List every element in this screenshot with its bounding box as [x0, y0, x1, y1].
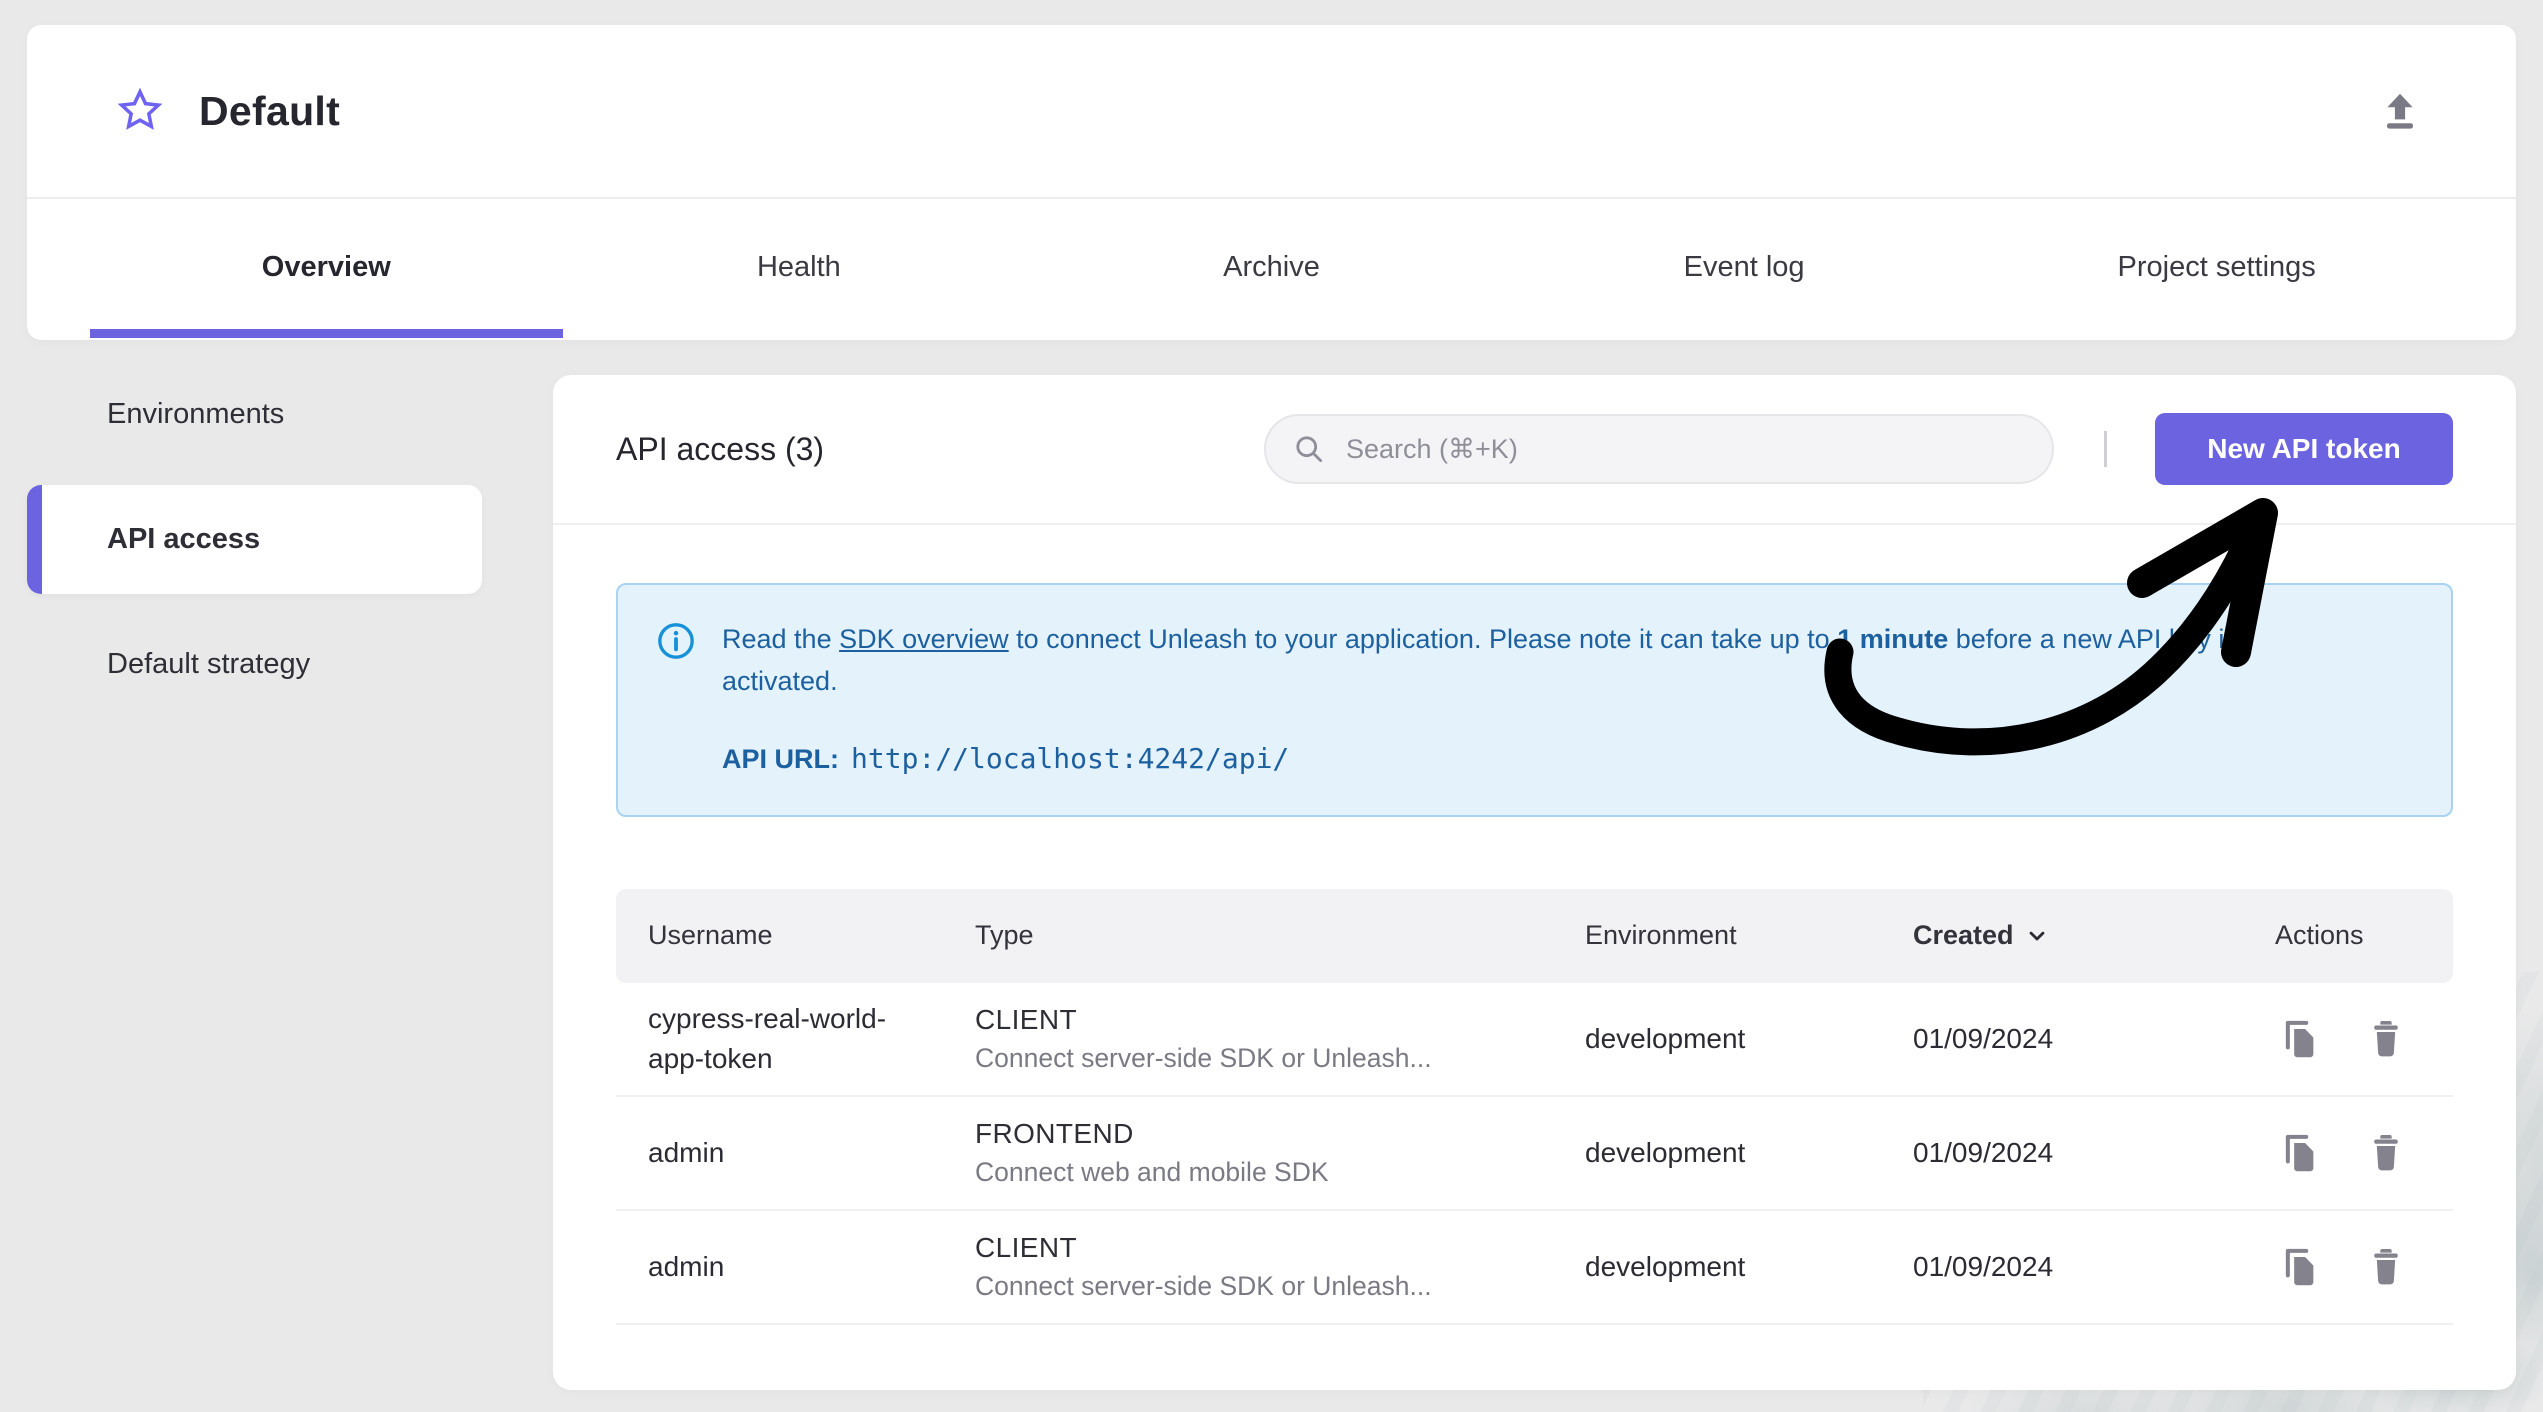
token-environment: development [1585, 1022, 1746, 1054]
copy-token-button[interactable] [2275, 1130, 2321, 1176]
token-environment: development [1585, 1136, 1746, 1168]
search-input[interactable] [1344, 432, 2026, 466]
sidebar-item-api-access[interactable]: API access [27, 485, 482, 594]
delete-token-button[interactable] [2363, 1244, 2409, 1290]
copy-icon [2285, 1020, 2314, 1057]
sidebar-item-environments[interactable]: Environments [27, 372, 482, 457]
tab-project-settings[interactable]: Project settings [1980, 199, 2453, 336]
token-type: CLIENT [975, 1003, 1077, 1035]
alert-text: Read the SDK overview to connect Unleash… [722, 624, 2238, 696]
token-username: admin [648, 1250, 725, 1282]
token-actions [2275, 1130, 2421, 1176]
upload-icon [2387, 93, 2413, 129]
trash-icon [2374, 1248, 2398, 1284]
new-api-token-button[interactable]: New API token [2155, 413, 2453, 485]
token-type-cell: CLIENT Connect server-side SDK or Unleas… [975, 1232, 1585, 1302]
api-access-panel: API access (3) New API token Read the SD… [553, 375, 2516, 1390]
project-tabs: Overview Health Archive Event log Projec… [27, 199, 2516, 338]
token-environment: development [1585, 1250, 1746, 1282]
magnifier-icon [1296, 436, 1323, 463]
sdk-info-alert: Read the SDK overview to connect Unleash… [616, 583, 2453, 817]
token-type-description: Connect web and mobile SDK [975, 1156, 1329, 1187]
column-header-actions[interactable]: Actions [2275, 920, 2421, 951]
trash-icon [2374, 1020, 2398, 1056]
tab-event-log[interactable]: Event log [1508, 199, 1981, 336]
copy-icon [2285, 1248, 2314, 1285]
page-title: API access (3) [616, 430, 825, 467]
api-token-table: Username Type Environment Created Action… [616, 888, 2453, 1325]
delete-token-button[interactable] [2363, 1130, 2409, 1176]
table-header-row: Username Type Environment Created Action… [616, 888, 2453, 983]
token-created-date: 01/09/2024 [1913, 1136, 2054, 1168]
export-button[interactable] [2376, 87, 2424, 135]
copy-token-button[interactable] [2275, 1244, 2321, 1290]
alert-body: Read the SDK overview to connect Unleash… [722, 619, 2302, 781]
token-created-date: 01/09/2024 [1913, 1022, 2054, 1054]
token-type: CLIENT [975, 1231, 1077, 1263]
token-created-date: 01/09/2024 [1913, 1250, 2054, 1282]
table-row: admin CLIENT Connect server-side SDK or … [616, 1211, 2453, 1325]
column-header-username[interactable]: Username [648, 920, 975, 951]
trash-icon [2374, 1134, 2398, 1170]
project-header: Default [27, 25, 2516, 199]
overview-sidebar: Environments API access Default strategy [27, 372, 482, 707]
star-outline-icon [117, 87, 163, 130]
table-row: cypress-real-world-app-token CLIENT Conn… [616, 983, 2453, 1097]
project-header-card: Default Overview Health Archive Event lo… [27, 25, 2516, 340]
toolbar-divider [2104, 431, 2107, 467]
api-url-label: API URL: [722, 743, 839, 774]
token-type-description: Connect server-side SDK or Unleash... [975, 1270, 1432, 1301]
tab-overview[interactable]: Overview [90, 199, 563, 338]
token-type-cell: CLIENT Connect server-side SDK or Unleas… [975, 1004, 1585, 1074]
table-row: admin FRONTEND Connect web and mobile SD… [616, 1097, 2453, 1211]
chevron-down-icon [2029, 931, 2044, 940]
copy-token-button[interactable] [2275, 1016, 2321, 1062]
search-box[interactable] [1264, 414, 2054, 484]
token-type: FRONTEND [975, 1117, 1134, 1149]
token-type-cell: FRONTEND Connect web and mobile SDK [975, 1118, 1585, 1188]
token-username: admin [648, 1136, 725, 1168]
token-actions [2275, 1244, 2421, 1290]
api-url-line: API URL: http://localhost:4242/api/ [722, 737, 2302, 781]
delete-token-button[interactable] [2363, 1016, 2409, 1062]
api-access-toolbar: API access (3) New API token [553, 375, 2516, 525]
token-username: cypress-real-world-app-token [648, 1003, 887, 1074]
info-circle-icon [658, 623, 694, 659]
token-actions [2275, 1016, 2421, 1062]
token-type-description: Connect server-side SDK or Unleash... [975, 1042, 1432, 1073]
column-header-type[interactable]: Type [975, 920, 1585, 951]
alert-emphasis: 1 minute [1837, 624, 1949, 654]
sdk-overview-link[interactable]: SDK overview [839, 624, 1009, 654]
column-header-environment[interactable]: Environment [1585, 920, 1913, 951]
copy-icon [2285, 1134, 2314, 1171]
tab-archive[interactable]: Archive [1035, 199, 1508, 336]
favorite-star-button[interactable] [115, 86, 165, 136]
column-header-created[interactable]: Created [1913, 920, 2275, 951]
api-url-value: http://localhost:4242/api/ [851, 741, 1290, 775]
tab-health[interactable]: Health [563, 199, 1036, 336]
project-title: Default [199, 87, 341, 134]
sidebar-item-default-strategy[interactable]: Default strategy [27, 622, 482, 707]
